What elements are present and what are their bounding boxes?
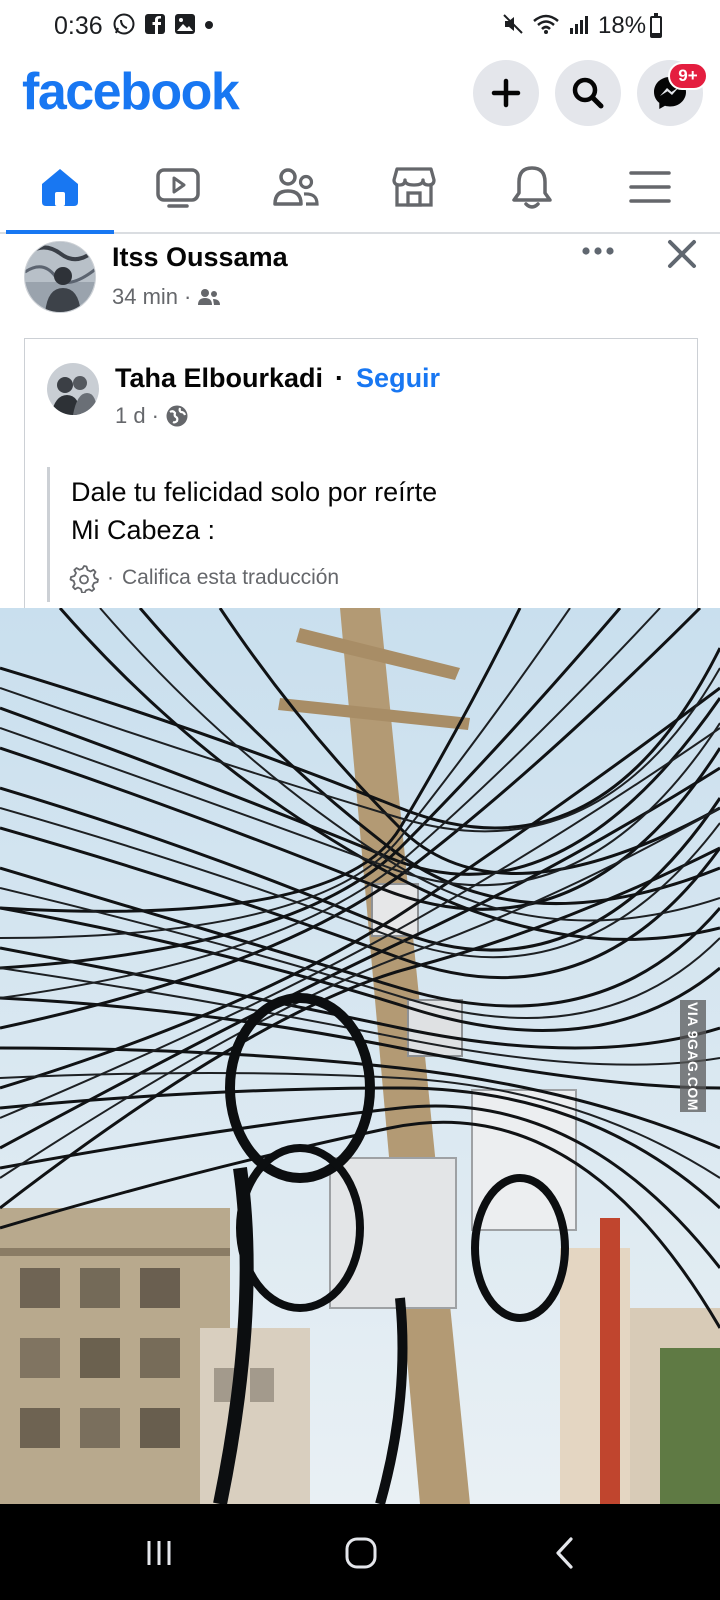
avatar[interactable] xyxy=(24,241,96,313)
avatar[interactable] xyxy=(47,363,99,415)
status-time: 0:36 xyxy=(54,12,103,40)
notification-icons xyxy=(112,12,214,40)
post-author[interactable]: Itss Oussama xyxy=(112,242,288,273)
meta-separator: · xyxy=(107,566,114,589)
tab-home[interactable] xyxy=(30,162,90,212)
shared-meta: 1 d · xyxy=(115,403,189,429)
plus-icon xyxy=(491,78,521,108)
video-icon xyxy=(156,168,200,208)
active-tab-indicator xyxy=(6,230,114,234)
meta-separator: · xyxy=(184,284,192,309)
utility-pole-image xyxy=(0,608,720,1504)
post-time[interactable]: 34 min xyxy=(112,284,178,310)
post-text-line: Dale tu felicidad solo por reírte xyxy=(71,477,438,507)
create-button[interactable] xyxy=(473,60,539,126)
back-button[interactable] xyxy=(540,1528,590,1578)
tab-friends[interactable] xyxy=(266,162,326,212)
battery-icon xyxy=(650,13,662,38)
follow-separator: · xyxy=(335,363,345,393)
close-icon xyxy=(668,240,696,268)
tab-notifications[interactable] xyxy=(502,162,562,212)
hamburger-icon xyxy=(629,171,671,203)
gear-icon xyxy=(69,565,99,593)
battery-level xyxy=(652,32,660,36)
translation-indicator xyxy=(47,467,50,602)
status-bar: 0:36 18% xyxy=(0,0,720,52)
home-button[interactable] xyxy=(336,1528,386,1578)
rate-translation[interactable]: · Califica esta traducción xyxy=(69,563,339,593)
shared-author-row: Taha Elbourkadi · Seguir xyxy=(115,363,440,394)
rate-translation-label[interactable]: Califica esta traducción xyxy=(122,566,339,590)
home-nav-icon xyxy=(345,1537,377,1569)
post-text-line: Mi Cabeza : xyxy=(71,515,216,545)
mute-icon xyxy=(502,13,524,40)
watermark: VIA 9GAG.COM xyxy=(680,1000,706,1112)
shared-author[interactable]: Taha Elbourkadi xyxy=(115,363,323,394)
post-photo[interactable]: VIA 9GAG.COM xyxy=(0,608,720,1504)
back-icon xyxy=(556,1537,573,1569)
dot-icon xyxy=(204,17,214,35)
tab-bar xyxy=(0,148,720,234)
whatsapp-icon xyxy=(112,12,136,41)
system-icons xyxy=(502,12,590,40)
facebook-icon xyxy=(144,13,166,40)
shared-time[interactable]: 1 d xyxy=(115,403,146,429)
wifi-icon xyxy=(532,13,560,40)
meta-separator: · xyxy=(151,403,159,428)
bell-icon xyxy=(512,166,552,209)
battery-percent: 18% xyxy=(598,12,647,39)
system-nav-bar xyxy=(0,1504,720,1600)
recent-apps-icon xyxy=(147,1541,171,1565)
follow-button[interactable]: Seguir xyxy=(356,363,440,394)
messenger-badge: 9+ xyxy=(668,62,708,90)
more-icon xyxy=(582,247,614,255)
tab-watch[interactable] xyxy=(148,162,208,212)
recent-apps-button[interactable] xyxy=(134,1528,184,1578)
gallery-icon xyxy=(174,13,196,40)
tab-marketplace[interactable] xyxy=(384,162,444,212)
search-icon xyxy=(572,77,604,109)
home-icon xyxy=(42,169,78,206)
globe-icon xyxy=(166,405,188,427)
app-header: facebook 9+ xyxy=(0,52,720,136)
post-text: Dale tu felicidad solo por reírte Mi Cab… xyxy=(71,473,437,549)
friends-icon xyxy=(198,289,221,305)
signal-icon xyxy=(568,13,590,40)
post-meta: 34 min · xyxy=(112,284,221,310)
facebook-logo[interactable]: facebook xyxy=(22,62,240,122)
store-icon xyxy=(392,167,436,207)
friends-icon xyxy=(273,168,319,206)
shared-post[interactable]: Taha Elbourkadi · Seguir 1 d · Dale tu f… xyxy=(24,338,698,608)
hide-post-button[interactable] xyxy=(664,236,700,272)
search-button[interactable] xyxy=(555,60,621,126)
tab-menu[interactable] xyxy=(620,162,680,212)
more-options-button[interactable] xyxy=(578,236,618,266)
